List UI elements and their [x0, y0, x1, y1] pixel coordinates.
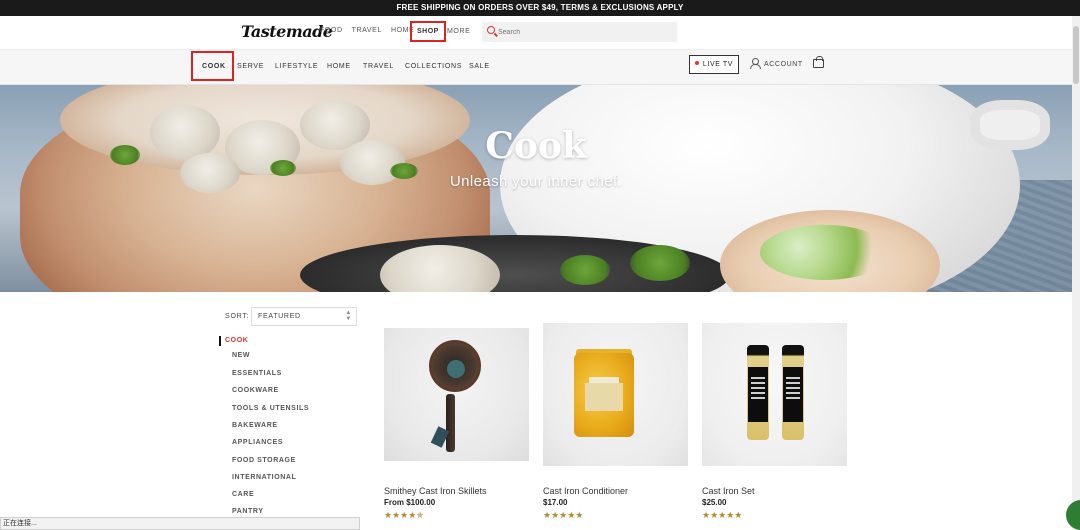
- product-image[interactable]: [543, 323, 688, 466]
- sidebar-item-bakeware[interactable]: BAKEWARE: [232, 422, 278, 429]
- hero-subtitle: Unleash your inner chef.: [449, 173, 623, 190]
- top-link-food[interactable]: FOOD: [320, 27, 343, 34]
- category-travel[interactable]: TRAVEL: [363, 63, 394, 70]
- skillet-handle: [446, 394, 455, 452]
- category-nav: [0, 49, 1080, 85]
- category-cook[interactable]: COOK: [202, 63, 226, 70]
- top-link-shop[interactable]: SHOP: [417, 28, 439, 35]
- category-lifestyle[interactable]: LIFESTYLE: [275, 63, 318, 70]
- product-image[interactable]: [702, 323, 847, 466]
- top-link-more[interactable]: MORE: [447, 28, 470, 35]
- select-arrows-icon: ▲ ▼: [345, 310, 352, 322]
- sort-selected-value: FEATURED: [258, 313, 301, 320]
- product-price: $17.00: [543, 498, 568, 507]
- sidebar-item-new[interactable]: NEW: [232, 352, 250, 359]
- product-price: From $100.00: [384, 498, 436, 507]
- sort-label: SORT:: [225, 313, 250, 320]
- product-rating: ★★★★★: [702, 510, 743, 520]
- account-link[interactable]: ACCOUNT: [750, 58, 803, 69]
- search-input[interactable]: [498, 26, 668, 38]
- account-label: ACCOUNT: [764, 61, 803, 68]
- sort-select[interactable]: FEATURED ▲ ▼: [251, 307, 357, 326]
- category-collections[interactable]: COLLECTIONS: [405, 63, 462, 70]
- product-rating: ★★★★★: [543, 510, 584, 520]
- promo-banner: FREE SHIPPING ON ORDERS OVER $49, TERMS …: [0, 0, 1080, 16]
- sidebar-item-tools-utensils[interactable]: TOOLS & UTENSILS: [232, 405, 309, 412]
- sidebar-item-care[interactable]: CARE: [232, 491, 254, 498]
- live-dot-icon: [694, 61, 699, 65]
- jar-label: [585, 383, 623, 411]
- category-sale[interactable]: SALE: [469, 63, 490, 70]
- sidebar-item-international[interactable]: INTERNATIONAL: [232, 474, 296, 481]
- sidebar-item-pantry[interactable]: PANTRY: [232, 508, 264, 515]
- live-tv-button[interactable]: LIVE TV: [689, 55, 739, 74]
- search-icon: [487, 26, 495, 34]
- scrollbar-thumb[interactable]: [1073, 26, 1079, 84]
- hero-greens: [560, 255, 610, 285]
- browser-status-bar: 正在连接...: [0, 517, 360, 530]
- page-scrollbar[interactable]: [1072, 16, 1080, 530]
- product-name[interactable]: Smithey Cast Iron Skillets: [384, 486, 487, 496]
- hero-scallions: [760, 225, 890, 280]
- hero-greens: [630, 245, 690, 281]
- oil-bottle: [782, 345, 804, 440]
- sidebar-active-indicator: [219, 336, 221, 346]
- account-icon: [750, 58, 761, 69]
- product-image[interactable]: [384, 328, 529, 461]
- chat-widget-icon[interactable]: [1066, 500, 1080, 530]
- sidebar-item-appliances[interactable]: APPLIANCES: [232, 439, 283, 446]
- product-rating: ★★★★✯: [384, 510, 424, 520]
- product-name[interactable]: Cast Iron Set: [702, 486, 755, 496]
- category-serve[interactable]: SERVE: [237, 63, 264, 70]
- skillet-logo: [447, 360, 465, 378]
- category-home[interactable]: HOME: [327, 63, 351, 70]
- tastemade-logo[interactable]: Tastemade: [241, 22, 333, 41]
- product-price: $25.00: [702, 498, 727, 507]
- top-nav-links: FOOD TRAVEL HOME: [320, 27, 423, 34]
- hero-title: Cook: [485, 125, 587, 167]
- hero-banner: Cook Unleash your inner chef.: [0, 85, 1072, 292]
- soap-bottle: [747, 345, 769, 440]
- cart-icon[interactable]: [813, 56, 824, 68]
- sidebar-item-essentials[interactable]: ESSENTIALS: [232, 370, 282, 377]
- product-name[interactable]: Cast Iron Conditioner: [543, 486, 628, 496]
- sidebar-item-food-storage[interactable]: FOOD STORAGE: [232, 457, 296, 464]
- sidebar-item-cookware[interactable]: COOKWARE: [232, 387, 279, 394]
- live-tv-label: LIVE TV: [702, 61, 734, 68]
- sidebar-item-cook[interactable]: COOK: [225, 337, 248, 344]
- search-bar[interactable]: [482, 22, 677, 42]
- top-link-travel[interactable]: TRAVEL: [352, 27, 382, 34]
